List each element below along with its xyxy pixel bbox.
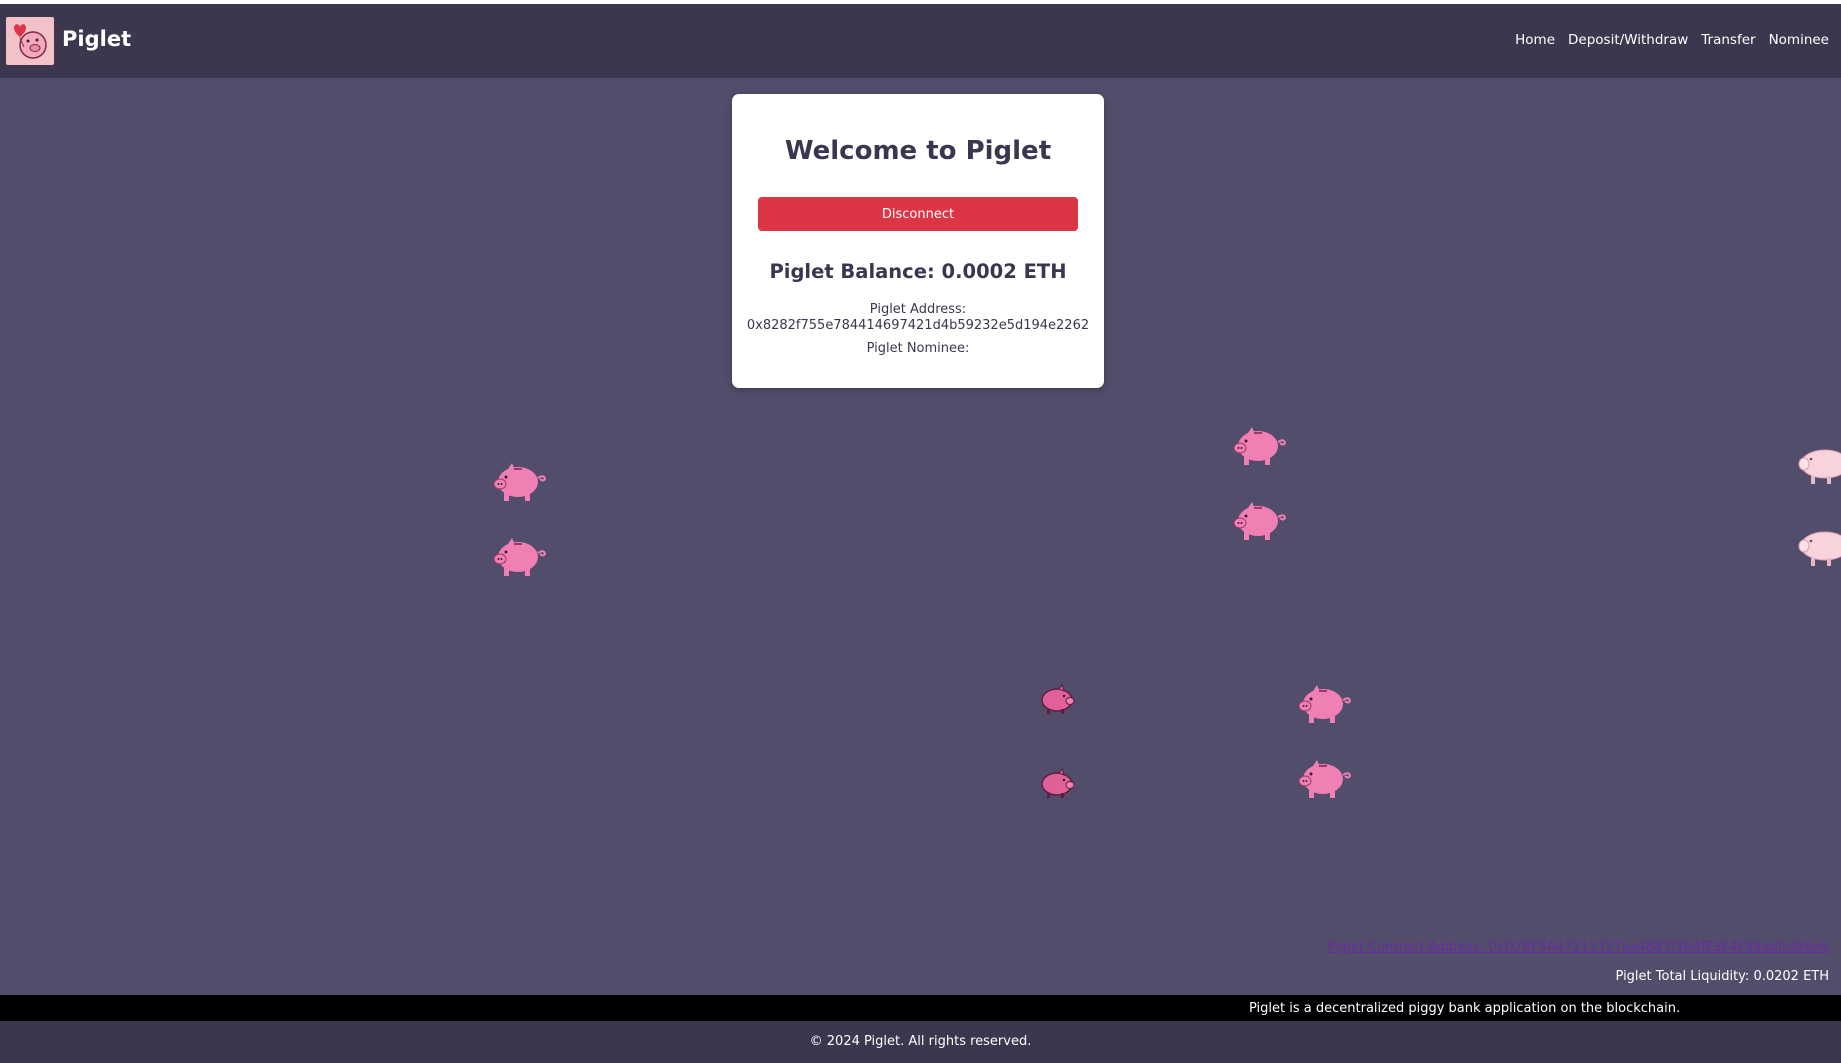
welcome-title: Welcome to Piglet	[784, 136, 1052, 166]
pig-icon	[1798, 449, 1841, 484]
nav-links: Home Deposit/Withdraw Transfer Nominee	[1502, 32, 1829, 48]
pig-icon	[1298, 760, 1352, 798]
welcome-card: Welcome to Piglet Disconnect Piglet Bala…	[732, 94, 1104, 388]
nav-transfer[interactable]: Transfer	[1701, 32, 1755, 48]
piglet-logo[interactable]	[6, 17, 54, 65]
copyright-text: © 2024 Piglet. All rights reserved.	[809, 1034, 1032, 1049]
pig-icon	[1233, 427, 1287, 465]
nav-deposit-withdraw[interactable]: Deposit/Withdraw	[1568, 32, 1688, 48]
contract-address-link[interactable]: Piglet Contract Address: 0xD76F5A4721232…	[1328, 940, 1829, 955]
pig-icon	[1798, 531, 1841, 566]
disconnect-button[interactable]: Disconnect	[758, 197, 1078, 231]
footer: © 2024 Piglet. All rights reserved.	[0, 1021, 1841, 1063]
pig-icon	[493, 538, 547, 576]
pig-icon	[1041, 768, 1075, 798]
pig-icon	[1041, 684, 1075, 714]
pig-icon	[1233, 502, 1287, 540]
piglet-nominee-label: Piglet Nominee:	[866, 341, 970, 356]
piglet-address-value: 0x8282f755e784414697421d4b59232e5d194e22…	[746, 318, 1090, 333]
pig-icon	[493, 463, 547, 501]
total-liquidity: Piglet Total Liquidity: 0.0202 ETH	[1615, 969, 1829, 984]
brand-name[interactable]: Piglet	[62, 27, 131, 51]
tagline-text: Piglet is a decentralized piggy bank app…	[1249, 1001, 1681, 1016]
piglet-balance: Piglet Balance: 0.0002 ETH	[769, 260, 1067, 283]
pig-icon	[1298, 685, 1352, 723]
navbar: Piglet Home Deposit/Withdraw Transfer No…	[0, 4, 1841, 78]
nav-home[interactable]: Home	[1515, 32, 1555, 48]
tagline-bar: Piglet is a decentralized piggy bank app…	[0, 995, 1841, 1021]
nav-nominee[interactable]: Nominee	[1769, 32, 1829, 48]
piglet-address-label: Piglet Address:	[869, 302, 967, 317]
